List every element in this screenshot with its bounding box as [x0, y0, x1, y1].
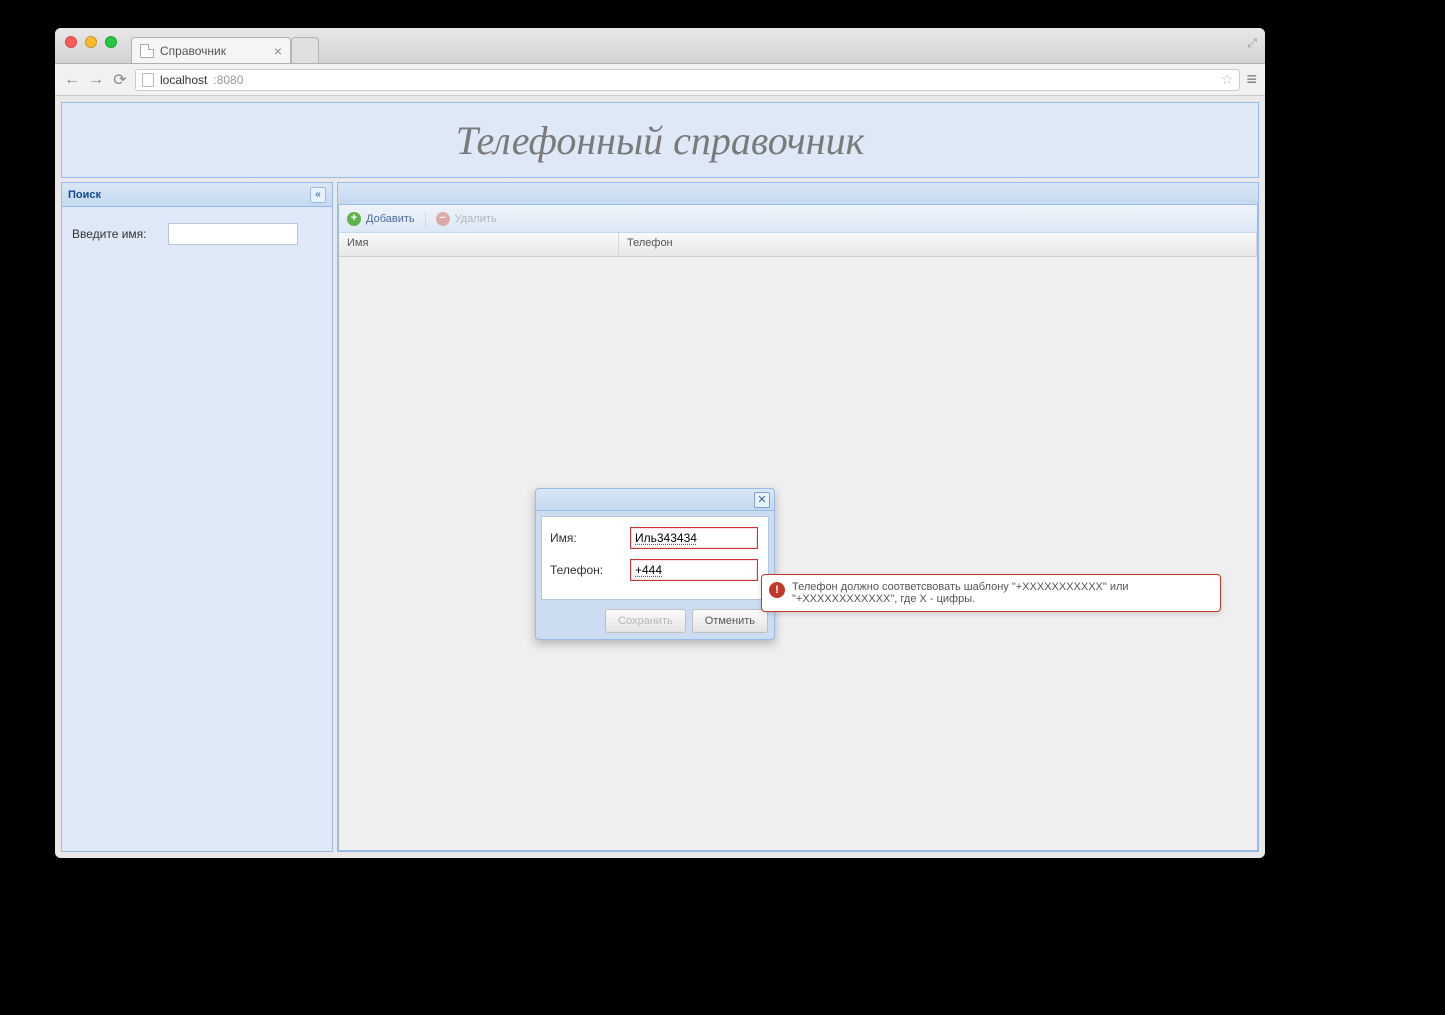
tab-row: Справочник ×	[131, 28, 319, 63]
column-phone[interactable]: Телефон	[619, 233, 1257, 256]
new-tab-button[interactable]	[291, 37, 319, 63]
collapse-button[interactable]: «	[310, 187, 326, 203]
dialog-name-row: Имя:	[550, 527, 760, 549]
dialog-phone-input[interactable]	[630, 559, 758, 581]
delete-button-label: Удалить	[455, 213, 497, 225]
search-name-input[interactable]	[168, 223, 298, 245]
dialog-phone-row: Телефон:	[550, 559, 760, 581]
dialog-name-label: Имя:	[550, 531, 620, 545]
url-port: :8080	[213, 73, 243, 87]
titlebar: Справочник × ⤢	[55, 28, 1265, 64]
dialog-header[interactable]: ✕	[536, 489, 774, 511]
forward-button[interactable]: →	[87, 71, 105, 89]
dialog-close-button[interactable]: ✕	[754, 492, 770, 508]
browser-menu-icon[interactable]: ≡	[1246, 69, 1257, 90]
browser-tab-active[interactable]: Справочник ×	[131, 37, 291, 63]
header-panel: Телефонный справочник	[61, 102, 1259, 178]
main-body: + Добавить − Удалить Имя Телефон	[338, 205, 1258, 851]
validation-message: Телефон должно соответсвовать шаблону "+…	[792, 581, 1129, 605]
page-title: Телефонный справочник	[456, 117, 865, 164]
search-name-label: Введите имя:	[72, 227, 158, 241]
search-panel: Поиск « Введите имя:	[61, 182, 333, 852]
page-icon	[140, 44, 154, 58]
validation-tooltip: ! Телефон должно соответсвовать шаблону …	[761, 574, 1221, 612]
reload-button[interactable]: ⟳	[111, 70, 129, 90]
toolbar-separator	[425, 211, 426, 227]
search-panel-body: Введите имя:	[62, 207, 332, 851]
browser-window: Справочник × ⤢ ← → ⟳ localhost:8080 ☆ ≡ …	[55, 28, 1265, 858]
page-icon-small	[142, 73, 154, 87]
search-panel-header: Поиск «	[62, 183, 332, 207]
window-controls	[55, 28, 127, 48]
window-minimize-button[interactable]	[85, 36, 97, 48]
back-button[interactable]: ←	[63, 71, 81, 89]
cancel-button[interactable]: Отменить	[692, 609, 768, 633]
dialog-phone-label: Телефон:	[550, 563, 620, 577]
window-zoom-button[interactable]	[105, 36, 117, 48]
add-button[interactable]: + Добавить	[347, 212, 415, 226]
add-button-label: Добавить	[366, 213, 415, 225]
tab-title: Справочник	[160, 44, 226, 58]
tab-close-icon[interactable]: ×	[274, 44, 282, 58]
url-host: localhost	[160, 73, 207, 87]
search-name-row: Введите имя:	[72, 223, 322, 245]
save-button: Сохранить	[605, 609, 686, 633]
page-content: Телефонный справочник Поиск « Введите им…	[55, 96, 1265, 858]
dialog-body: Имя: Телефон:	[541, 516, 769, 600]
toolbar: + Добавить − Удалить	[339, 205, 1257, 233]
url-input[interactable]: localhost :8080 ☆	[135, 69, 1240, 91]
column-name[interactable]: Имя	[339, 233, 619, 256]
dialog-footer: Сохранить Отменить	[536, 605, 774, 639]
expand-icon[interactable]: ⤢	[1247, 36, 1257, 51]
main-panel: + Добавить − Удалить Имя Телефон	[337, 182, 1259, 852]
minus-icon: −	[436, 212, 450, 226]
bookmark-star-icon[interactable]: ☆	[1221, 71, 1234, 88]
edit-dialog: ✕ Имя: Телефон: Сохранить Отменить	[535, 488, 775, 640]
window-close-button[interactable]	[65, 36, 77, 48]
error-icon: !	[769, 582, 785, 598]
dialog-name-input[interactable]	[630, 527, 758, 549]
main-panel-header	[338, 183, 1258, 205]
plus-icon: +	[347, 212, 361, 226]
grid-body	[339, 257, 1257, 850]
address-bar: ← → ⟳ localhost :8080 ☆ ≡	[55, 64, 1265, 96]
search-panel-title: Поиск	[68, 189, 101, 201]
grid-header: Имя Телефон	[339, 233, 1257, 257]
delete-button: − Удалить	[436, 212, 497, 226]
